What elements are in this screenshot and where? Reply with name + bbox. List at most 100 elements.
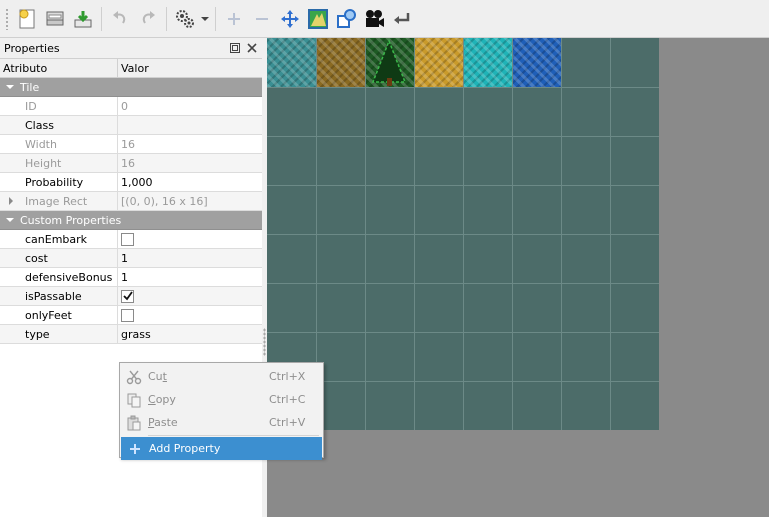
open-button[interactable]	[41, 5, 69, 33]
toolbar-separator	[166, 6, 167, 31]
animation-editor-button[interactable]	[360, 5, 388, 33]
save-button[interactable]	[69, 5, 97, 33]
undo-icon	[113, 10, 126, 24]
property-value-input[interactable]: 1,000	[118, 173, 262, 191]
context-menu: Cut Ctrl+X Copy Ctrl+C Paste Ctrl+V Add …	[119, 362, 324, 460]
dynamic-wrapping-button[interactable]	[388, 5, 416, 33]
add-tiles-icon	[228, 12, 240, 25]
grid-line	[267, 332, 659, 333]
toolbar-grip[interactable]	[5, 7, 9, 30]
property-row-class[interactable]: Class	[0, 116, 262, 135]
add-icon	[130, 443, 140, 454]
menu-item-cut[interactable]: Cut Ctrl+X	[120, 365, 323, 388]
property-row-width[interactable]: Width 16	[0, 135, 262, 154]
property-value-input[interactable]: 1	[118, 268, 262, 286]
group-tile[interactable]: Tile	[0, 78, 262, 97]
expand-arrow-icon[interactable]	[8, 197, 14, 205]
menu-item-label: Add Property	[149, 442, 221, 455]
splitter-grip[interactable]	[263, 328, 266, 356]
value-column-header[interactable]: Valor	[118, 59, 262, 77]
redo-button[interactable]	[134, 5, 162, 33]
collapse-arrow-icon[interactable]	[0, 84, 20, 90]
ispassable-checkbox[interactable]	[121, 289, 134, 303]
property-value: 16	[121, 137, 135, 151]
new-tileset-button[interactable]	[13, 5, 41, 33]
redo-icon	[142, 10, 155, 24]
property-name: Probability	[0, 173, 118, 191]
property-value-input[interactable]: 1	[118, 249, 262, 267]
property-name: type	[0, 325, 118, 343]
tools-button[interactable]	[171, 5, 199, 33]
main-toolbar	[0, 0, 769, 38]
property-name: Class	[0, 116, 118, 134]
save-icon	[74, 10, 92, 27]
tile-dirt[interactable]	[316, 38, 365, 87]
copy-icon	[127, 393, 141, 407]
property-name: defensiveBonus	[0, 268, 118, 286]
property-row-ispassable[interactable]: isPassable	[0, 287, 262, 306]
tileset-grid[interactable]	[267, 38, 659, 430]
menu-item-label: Paste	[148, 416, 178, 429]
tileset-view[interactable]	[267, 38, 769, 517]
property-value-input[interactable]	[118, 116, 262, 134]
onlyfeet-checkbox[interactable]	[121, 308, 134, 322]
menu-item-paste[interactable]: Paste Ctrl+V	[120, 411, 323, 434]
tile-forest[interactable]	[365, 38, 414, 87]
menu-item-label: Cut	[148, 370, 167, 383]
property-row-id[interactable]: ID 0	[0, 97, 262, 116]
tile-shallow-water[interactable]	[267, 38, 316, 87]
tile-deep-water[interactable]	[512, 38, 561, 87]
menu-item-label: Copy	[148, 393, 176, 406]
collapse-arrow-icon[interactable]	[0, 217, 20, 223]
property-row-canembark[interactable]: canEmbark	[0, 230, 262, 249]
terrain-button[interactable]	[304, 5, 332, 33]
remove-tiles-button[interactable]	[248, 5, 276, 33]
property-name: Height	[0, 154, 118, 172]
menu-item-shortcut: Ctrl+V	[269, 416, 306, 429]
tools-dropdown-arrow[interactable]	[199, 5, 211, 33]
property-name: Width	[0, 135, 118, 153]
toolbar-separator	[101, 6, 102, 31]
grid-line	[267, 283, 659, 284]
grid-line	[267, 234, 659, 235]
property-row-height[interactable]: Height 16	[0, 154, 262, 173]
terrain-icon	[308, 8, 328, 29]
property-value-input[interactable]: grass	[118, 325, 262, 343]
undo-button[interactable]	[106, 5, 134, 33]
property-name: isPassable	[0, 287, 118, 305]
property-value: 16	[121, 156, 135, 170]
group-label: Custom Properties	[20, 213, 122, 227]
property-row-onlyfeet[interactable]: onlyFeet	[0, 306, 262, 325]
group-custom-properties[interactable]: Custom Properties	[0, 211, 262, 230]
new-tileset-icon	[19, 9, 35, 28]
canembark-checkbox[interactable]	[121, 232, 134, 246]
add-tiles-button[interactable]	[220, 5, 248, 33]
menu-item-shortcut: Ctrl+X	[269, 370, 306, 383]
checkmark-icon	[122, 291, 133, 301]
move-button[interactable]	[276, 5, 304, 33]
collision-editor-button[interactable]	[332, 5, 360, 33]
open-icon	[46, 11, 64, 25]
tile-cyan-water[interactable]	[463, 38, 512, 87]
panel-title-bar[interactable]: Properties	[0, 38, 262, 58]
grid-line	[267, 136, 659, 137]
close-panel-button[interactable]	[245, 41, 259, 55]
panel-title: Properties	[4, 41, 60, 55]
paste-icon	[127, 415, 141, 430]
property-row-cost[interactable]: cost 1	[0, 249, 262, 268]
property-row-image-rect[interactable]: Image Rect [(0, 0), 16 x 16]	[0, 192, 262, 211]
group-label: Tile	[20, 80, 40, 94]
property-value: [(0, 0), 16 x 16]	[121, 194, 208, 208]
move-icon	[281, 9, 299, 28]
tile-sand[interactable]	[414, 38, 463, 87]
menu-separator	[148, 435, 319, 436]
grid-line	[267, 185, 659, 186]
property-row-defensivebonus[interactable]: defensiveBonus 1	[0, 268, 262, 287]
property-row-type[interactable]: type grass	[0, 325, 262, 344]
attribute-column-header[interactable]: Atributo	[0, 59, 118, 77]
float-panel-button[interactable]	[228, 41, 242, 55]
menu-item-copy[interactable]: Copy Ctrl+C	[120, 388, 323, 411]
property-row-probability[interactable]: Probability 1,000	[0, 173, 262, 192]
property-table-header: Atributo Valor	[0, 59, 262, 78]
menu-item-add-property[interactable]: Add Property	[121, 437, 322, 460]
